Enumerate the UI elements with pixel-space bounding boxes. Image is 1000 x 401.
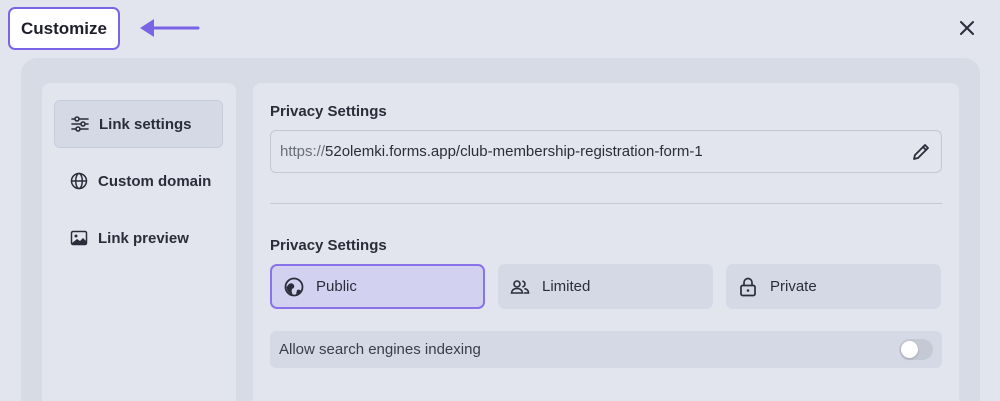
sliders-icon: [71, 116, 89, 132]
privacy-option-label: Public: [316, 278, 357, 295]
lock-icon: [740, 277, 756, 296]
main-content: Privacy Settings https:// 52olemki.forms…: [253, 83, 959, 401]
sidebar-item-label: Link preview: [98, 229, 189, 247]
divider: [270, 203, 942, 204]
users-icon: [510, 279, 530, 294]
privacy-option-public[interactable]: Public: [270, 264, 485, 309]
privacy-option-limited[interactable]: Limited: [498, 264, 713, 309]
search-indexing-row: Allow search engines indexing: [270, 331, 942, 368]
privacy-section-title: Privacy Settings: [270, 237, 387, 254]
sidebar-item-label: Link settings: [99, 115, 192, 133]
search-indexing-label: Allow search engines indexing: [279, 341, 481, 358]
pencil-icon[interactable]: [911, 142, 931, 162]
search-indexing-toggle[interactable]: [899, 339, 933, 360]
privacy-option-label: Private: [770, 278, 817, 295]
globe-icon: [284, 277, 304, 296]
link-url-field[interactable]: https:// 52olemki.forms.app/club-members…: [270, 130, 942, 173]
sidebar-item-link-settings[interactable]: Link settings: [54, 100, 223, 148]
url-path: 52olemki.forms.app/club-membership-regis…: [325, 143, 703, 160]
url-prefix: https://: [280, 143, 326, 160]
globe-icon: [70, 172, 88, 190]
close-icon[interactable]: [957, 18, 977, 38]
link-section-title: Privacy Settings: [270, 103, 387, 120]
sidebar: Link settings Custom domain Link preview: [42, 83, 236, 401]
privacy-option-private[interactable]: Private: [726, 264, 941, 309]
sidebar-item-link-preview[interactable]: Link preview: [54, 214, 223, 262]
customize-button[interactable]: Customize: [8, 7, 120, 50]
toggle-knob: [901, 341, 918, 358]
privacy-option-label: Limited: [542, 278, 591, 295]
image-icon: [70, 230, 88, 246]
sidebar-item-label: Custom domain: [98, 172, 212, 190]
sidebar-item-custom-domain[interactable]: Custom domain: [54, 157, 223, 205]
arrow-left-icon: [140, 19, 200, 37]
